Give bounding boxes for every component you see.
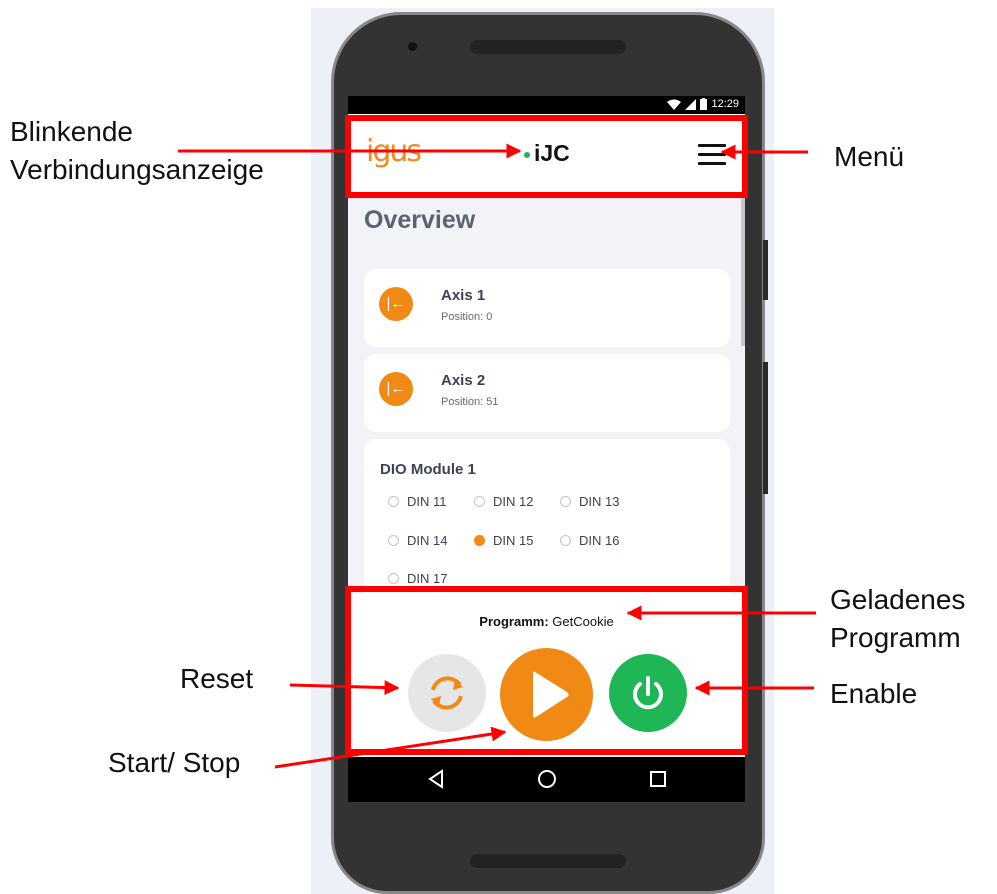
scrollbar[interactable]: [741, 196, 745, 346]
status-bar: 12:29: [348, 96, 745, 114]
annotation-connection-line1: Blinkende: [10, 116, 133, 147]
axis-position: Position: 0: [441, 311, 493, 323]
battery-icon: [700, 98, 708, 110]
din-input: DIN 15: [474, 533, 533, 548]
din-input: DIN 12: [474, 494, 533, 509]
android-nav-bar: [348, 757, 745, 802]
dio-card: DIO Module 1 DIN 11 DIN 12 DIN 13 DIN 14…: [364, 439, 730, 609]
din-input: DIN 14: [388, 533, 447, 548]
din-label: DIN 17: [407, 571, 448, 586]
axis-card: |← Axis 1 Position: 0: [364, 269, 730, 347]
din-label: DIN 14: [407, 533, 448, 548]
din-label: DIN 11: [407, 494, 447, 509]
bottom-speaker: [470, 854, 626, 868]
din-indicator: [474, 535, 485, 546]
din-indicator: [388, 573, 399, 584]
status-time: 12:29: [711, 98, 739, 110]
wifi-icon: [667, 99, 682, 110]
din-indicator: [560, 535, 571, 546]
annotation-loaded-line2: Programm: [830, 622, 961, 653]
front-camera: [408, 42, 417, 51]
din-input: DIN 11: [388, 494, 447, 509]
din-input: DIN 13: [560, 494, 619, 509]
earpiece-speaker: [470, 40, 626, 54]
recents-icon[interactable]: [646, 767, 670, 791]
axis-home-icon[interactable]: |←: [379, 287, 413, 321]
din-indicator: [474, 496, 485, 507]
page-title: Overview: [364, 206, 476, 234]
control-panel-highlight-frame: [345, 586, 748, 755]
din-indicator: [388, 535, 399, 546]
axis-home-icon[interactable]: |←: [379, 372, 413, 406]
din-label: DIN 13: [579, 494, 620, 509]
annotation-connection-line2: Verbindungsanzeige: [10, 154, 264, 185]
din-label: DIN 15: [493, 533, 534, 548]
volume-button: [763, 240, 768, 300]
din-label: DIN 12: [493, 494, 534, 509]
axis-card: |← Axis 2 Position: 51: [364, 354, 730, 432]
axis-position: Position: 51: [441, 396, 499, 408]
din-input: DIN 17: [388, 571, 447, 586]
annotation-start-stop: Start/ Stop: [108, 747, 241, 778]
din-input: DIN 16: [560, 533, 619, 548]
home-icon[interactable]: [535, 767, 559, 791]
back-icon[interactable]: [424, 767, 448, 791]
annotation-reset: Reset: [180, 663, 254, 694]
annotation-loaded-line1: Geladenes: [830, 584, 966, 615]
axis-name: Axis 2: [441, 372, 486, 389]
annotation-menu: Menü: [834, 141, 905, 172]
header-highlight-frame: [345, 115, 748, 198]
din-indicator: [560, 496, 571, 507]
signal-icon: [685, 98, 697, 110]
din-label: DIN 16: [579, 533, 620, 548]
power-side-button: [763, 362, 768, 494]
axis-name: Axis 1: [441, 287, 486, 304]
din-indicator: [388, 496, 399, 507]
dio-module-title: DIO Module 1: [380, 461, 476, 478]
annotation-enable: Enable: [830, 678, 918, 709]
